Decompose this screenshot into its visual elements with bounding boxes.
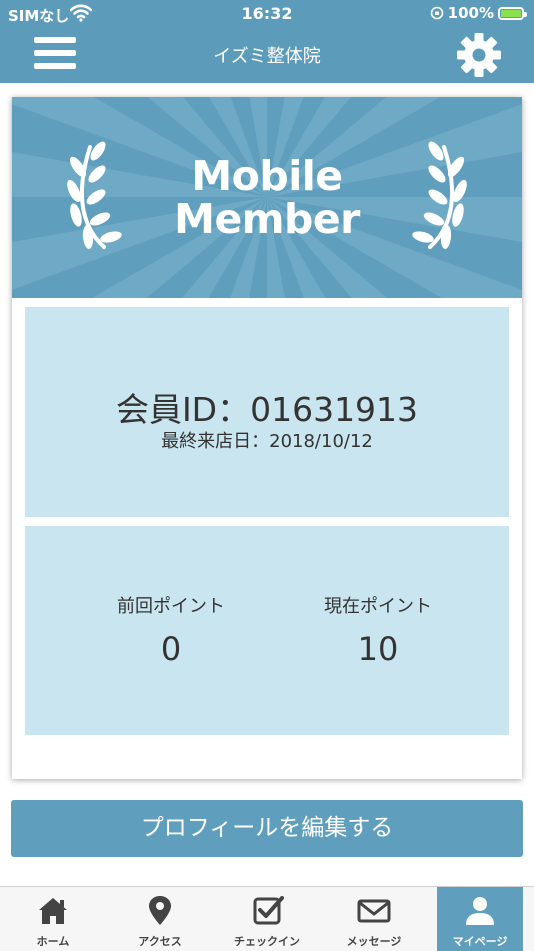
map-pin-icon [149,896,171,925]
battery-percent: 100% [447,4,494,22]
previous-points-value: 0 [160,630,182,668]
edit-profile-button[interactable]: プロフィールを編集する [11,800,523,857]
tab-checkin[interactable]: チェックイン [214,887,320,951]
current-points: 現在ポイント 10 [278,592,478,668]
tab-access-label: アクセス [138,935,182,948]
member-banner: Mobile Member [12,97,522,298]
tab-access[interactable]: アクセス [107,887,213,951]
tab-home-label: ホーム [36,935,70,948]
member-id-panel: 会員ID：01631913 最終来店日：2018/10/12 [25,307,509,517]
current-points-label: 現在ポイント [324,596,432,617]
tab-message-label: メッセージ [346,935,402,948]
previous-points: 前回ポイント 0 [71,592,271,668]
bottom-tab-bar: ホーム アクセス チェックイン メッセージ マイページ [0,886,534,951]
settings-gear-icon[interactable] [456,32,502,78]
tab-checkin-label: チェックイン [234,935,300,948]
previous-points-label: 前回ポイント [117,596,225,617]
top-bar: SIMなし 16:32 100% イズミ整体院 [0,0,534,83]
tab-message[interactable]: メッセージ [321,887,427,951]
status-right: 100% [430,4,527,22]
checkbox-icon [253,896,284,925]
home-icon [39,898,67,924]
orientation-lock-icon [430,6,443,20]
tab-mypage-label: マイページ [452,935,508,948]
page-title: イズミ整体院 [213,46,321,67]
last-visit-date: 最終来店日：2018/10/12 [161,431,373,452]
tab-mypage[interactable]: マイページ [437,887,523,951]
status-bar: SIMなし 16:32 100% [0,0,534,28]
current-points-value: 10 [357,630,399,668]
member-card: Mobile Member 会員ID：01631913 最終来店日：2018/1… [12,97,522,779]
envelope-icon [357,899,391,923]
tab-home[interactable]: ホーム [0,887,106,951]
points-panel: 前回ポイント 0 現在ポイント 10 [25,526,509,735]
laurel-right-icon [412,141,467,249]
member-id: 会員ID：01631913 [115,390,419,429]
user-icon [466,897,494,925]
battery-icon [498,6,527,20]
